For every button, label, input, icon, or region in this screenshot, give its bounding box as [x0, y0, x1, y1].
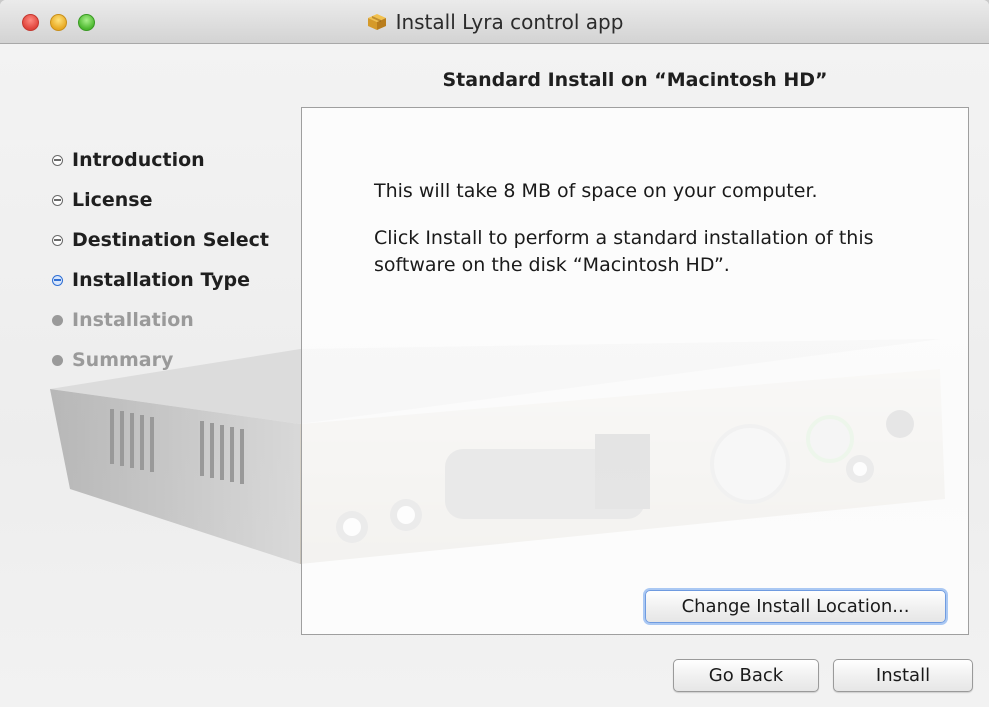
- install-button[interactable]: Install: [833, 659, 973, 692]
- space-required-text: This will take 8 MB of space on your com…: [374, 180, 818, 202]
- title-bar: Install Lyra control app: [0, 0, 989, 44]
- install-instructions-text: Click Install to perform a standard inst…: [374, 227, 874, 276]
- step-pending-icon: [52, 314, 63, 326]
- step-done-icon: [52, 154, 63, 166]
- step-installation-type: Installation Type: [52, 260, 269, 300]
- step-summary: Summary: [52, 340, 269, 380]
- step-done-icon: [52, 234, 63, 246]
- step-label: Summary: [72, 349, 174, 371]
- step-label: Installation Type: [72, 269, 251, 291]
- step-current-icon: [52, 274, 63, 286]
- step-introduction: Introduction: [52, 140, 269, 180]
- step-done-icon: [52, 194, 63, 206]
- installer-window: Install Lyra control app Standard Instal…: [0, 0, 989, 707]
- install-info: This will take 8 MB of space on your com…: [374, 178, 934, 299]
- package-icon: [366, 13, 388, 31]
- go-back-button[interactable]: Go Back: [673, 659, 819, 692]
- content-panel: This will take 8 MB of space on your com…: [301, 107, 969, 635]
- step-pending-icon: [52, 354, 63, 366]
- installer-steps: Introduction License Destination Select …: [52, 140, 269, 380]
- step-label: License: [72, 189, 153, 211]
- step-label: Installation: [72, 309, 194, 331]
- step-installation: Installation: [52, 300, 269, 340]
- step-license: License: [52, 180, 269, 220]
- window-title-group: Install Lyra control app: [0, 0, 989, 44]
- step-label: Introduction: [72, 149, 205, 171]
- window-title: Install Lyra control app: [395, 10, 624, 34]
- change-install-location-button[interactable]: Change Install Location...: [645, 590, 946, 623]
- step-destination-select: Destination Select: [52, 220, 269, 260]
- page-heading: Standard Install on “Macintosh HD”: [442, 69, 828, 91]
- step-label: Destination Select: [72, 229, 270, 251]
